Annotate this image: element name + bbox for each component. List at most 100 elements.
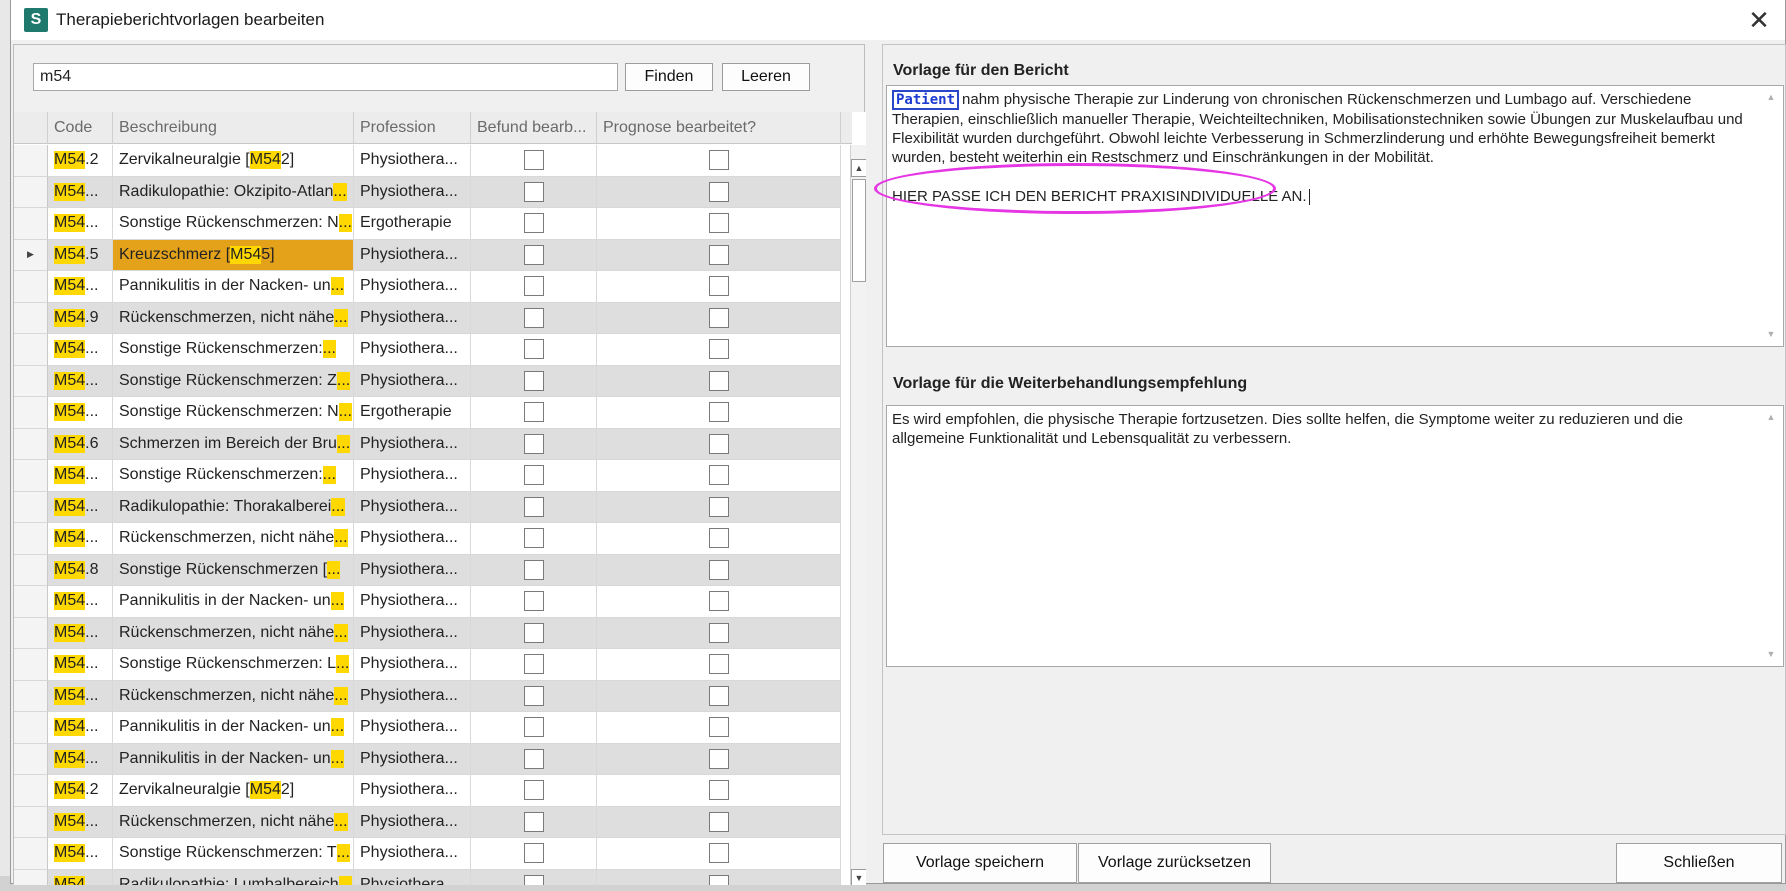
code-cell[interactable]: M54...: [48, 712, 113, 744]
scroll-up-icon[interactable]: ▲: [1767, 408, 1776, 427]
profession-cell[interactable]: Physiothera...: [354, 554, 471, 586]
profession-cell[interactable]: Physiothera...: [354, 523, 471, 555]
row-indicator[interactable]: [14, 460, 48, 492]
code-cell[interactable]: M54...: [48, 397, 113, 429]
table-row[interactable]: M54... Pannikulitis in der Nacken- un... P…: [14, 271, 852, 303]
code-cell[interactable]: M54...: [48, 523, 113, 555]
table-row[interactable]: M54... Pannikulitis in der Nacken- un... P…: [14, 743, 852, 775]
description-cell[interactable]: Zervikalneuralgie [M54 2]: [113, 145, 354, 177]
prognose-checkbox[interactable]: [708, 559, 729, 580]
code-cell[interactable]: M54...: [48, 680, 113, 712]
code-cell[interactable]: M54...: [48, 271, 113, 303]
table-row[interactable]: M54... Sonstige Rückenschmerzen: N... Ergo…: [14, 397, 852, 429]
befund-checkbox[interactable]: [523, 874, 544, 885]
find-button[interactable]: Finden: [625, 63, 713, 91]
prognose-checkbox[interactable]: [708, 496, 729, 517]
prognose-checkbox[interactable]: [708, 276, 729, 297]
prognose-checkbox[interactable]: [708, 402, 729, 423]
header-profession[interactable]: Profession: [354, 112, 471, 144]
code-cell[interactable]: M54...: [48, 806, 113, 838]
code-cell[interactable]: M54...: [48, 334, 113, 366]
befund-checkbox[interactable]: [523, 150, 544, 171]
table-row[interactable]: M54.6 Schmerzen im Bereich der Bru... Phys…: [14, 428, 852, 460]
profession-cell[interactable]: Physiothera...: [354, 302, 471, 334]
code-cell[interactable]: M54...: [48, 649, 113, 681]
prognose-checkbox[interactable]: [708, 685, 729, 706]
profession-cell[interactable]: Physiothera...: [354, 334, 471, 366]
befund-checkbox[interactable]: [523, 717, 544, 738]
prognose-checkbox[interactable]: [708, 181, 729, 202]
recommendation-textbox[interactable]: Es wird empfohlen, die physische Therapi…: [886, 405, 1784, 667]
scroll-up-icon[interactable]: ▲: [1767, 88, 1776, 107]
code-cell[interactable]: M54...: [48, 617, 113, 649]
description-cell[interactable]: Rückenschmerzen, nicht nähe...: [113, 806, 354, 838]
table-row[interactable]: M54... Sonstige Rückenschmerzen: L... Phys…: [14, 649, 852, 681]
table-row[interactable]: M54.9 Rückenschmerzen, nicht nähe... Physi…: [14, 302, 852, 334]
prognose-checkbox[interactable]: [708, 244, 729, 265]
code-cell[interactable]: M54.6: [48, 428, 113, 460]
row-indicator[interactable]: [14, 680, 48, 712]
description-cell[interactable]: Zervikalneuralgie [M54 2]: [113, 775, 354, 807]
table-row[interactable]: M54... Sonstige Rückenschmerzen: Z... Phys…: [14, 365, 852, 397]
description-cell[interactable]: Rückenschmerzen, nicht nähe...: [113, 617, 354, 649]
description-cell[interactable]: Sonstige Rückenschmerzen: L...: [113, 649, 354, 681]
row-indicator[interactable]: [14, 302, 48, 334]
befund-checkbox[interactable]: [523, 465, 544, 486]
profession-cell[interactable]: Physiothera...: [354, 680, 471, 712]
close-icon[interactable]: ✕: [1745, 5, 1773, 35]
code-cell[interactable]: M54...: [48, 208, 113, 240]
prognose-checkbox[interactable]: [708, 465, 729, 486]
row-indicator[interactable]: [14, 712, 48, 744]
row-indicator[interactable]: [14, 586, 48, 618]
prognose-checkbox[interactable]: [708, 591, 729, 612]
description-cell[interactable]: Sonstige Rückenschmerzen: N...: [113, 397, 354, 429]
befund-checkbox[interactable]: [523, 276, 544, 297]
code-cell[interactable]: M54...: [48, 460, 113, 492]
table-row[interactable]: M54... Radikulopathie: Lumbalbereich... Ph…: [14, 869, 852, 885]
profession-cell[interactable]: Physiothera...: [354, 743, 471, 775]
row-indicator[interactable]: [14, 649, 48, 681]
code-cell[interactable]: M54...: [48, 365, 113, 397]
report-textbox[interactable]: Patient nahm physische Therapie zur Linde…: [874, 85, 1784, 347]
befund-checkbox[interactable]: [523, 654, 544, 675]
prognose-checkbox[interactable]: [708, 433, 729, 454]
table-row[interactable]: M54... Rückenschmerzen, nicht nähe... Phys…: [14, 806, 852, 838]
description-cell[interactable]: Sonstige Rückenschmerzen: Z...: [113, 365, 354, 397]
befund-checkbox[interactable]: [523, 244, 544, 265]
table-row[interactable]: M54... Rückenschmerzen, nicht nähe... Phys…: [14, 617, 852, 649]
row-indicator[interactable]: [14, 617, 48, 649]
row-indicator[interactable]: [14, 838, 48, 870]
profession-cell[interactable]: Physiothera...: [354, 806, 471, 838]
prognose-checkbox[interactable]: [708, 780, 729, 801]
code-cell[interactable]: M54...: [48, 838, 113, 870]
code-cell[interactable]: M54.9: [48, 302, 113, 334]
table-row[interactable]: M54... Radikulopathie: Thorakalberei... Ph…: [14, 491, 852, 523]
row-indicator[interactable]: [14, 176, 48, 208]
prognose-checkbox[interactable]: [708, 370, 729, 391]
row-indicator[interactable]: [14, 428, 48, 460]
description-cell[interactable]: Rückenschmerzen, nicht nähe...: [113, 302, 354, 334]
row-indicator[interactable]: ▶: [14, 239, 48, 271]
profession-cell[interactable]: Physiothera...: [354, 586, 471, 618]
scroll-up-icon[interactable]: ▲: [851, 159, 866, 177]
prognose-checkbox[interactable]: [708, 622, 729, 643]
befund-checkbox[interactable]: [523, 528, 544, 549]
profession-cell[interactable]: Physiothera...: [354, 869, 471, 885]
description-cell[interactable]: Sonstige Rückenschmerzen: N...: [113, 208, 354, 240]
befund-checkbox[interactable]: [523, 622, 544, 643]
prognose-checkbox[interactable]: [708, 307, 729, 328]
report-scrollbar[interactable]: ▲ ▼: [1761, 88, 1781, 344]
row-indicator[interactable]: [14, 365, 48, 397]
prognose-checkbox[interactable]: [708, 528, 729, 549]
table-row[interactable]: M54... Sonstige Rückenschmerzen:... Physio…: [14, 334, 852, 366]
prognose-checkbox[interactable]: [708, 748, 729, 769]
description-cell[interactable]: Radikulopathie: Lumbalbereich...: [113, 869, 354, 885]
row-indicator[interactable]: [14, 554, 48, 586]
table-row[interactable]: M54... Radikulopathie: Okzipito-Atlan... P…: [14, 176, 852, 208]
close-button[interactable]: Schließen: [1616, 843, 1782, 883]
recommendation-scrollbar[interactable]: ▲ ▼: [1761, 408, 1781, 664]
description-cell[interactable]: Radikulopathie: Okzipito-Atlan...: [113, 176, 354, 208]
description-cell[interactable]: Rückenschmerzen, nicht nähe...: [113, 680, 354, 712]
code-cell[interactable]: M54...: [48, 586, 113, 618]
row-indicator[interactable]: [14, 523, 48, 555]
